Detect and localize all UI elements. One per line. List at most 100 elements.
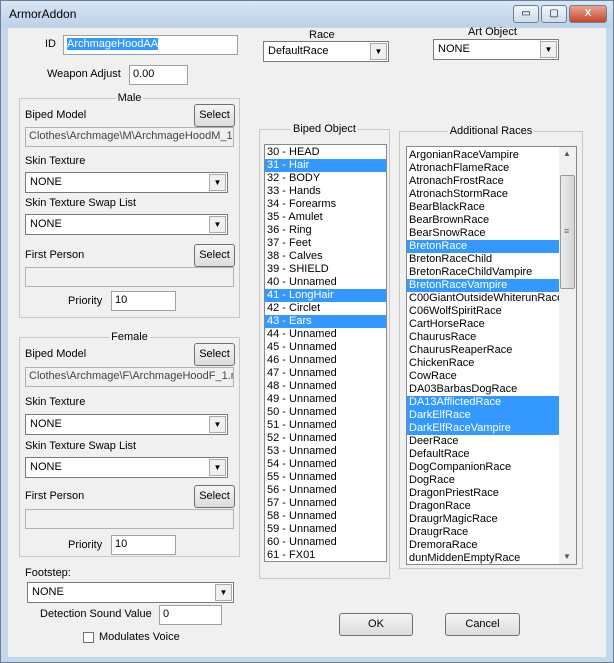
biped-object-item[interactable]: 31 - Hair xyxy=(265,159,386,172)
biped-object-item[interactable]: 43 - Ears xyxy=(265,315,386,328)
female-first-person-select-button[interactable]: Select xyxy=(194,485,235,508)
biped-object-item[interactable]: 60 - Unnamed xyxy=(265,536,386,549)
race-dropdown[interactable]: DefaultRace ▼ xyxy=(263,41,389,62)
race-item[interactable]: BretonRaceChildVampire xyxy=(407,266,559,279)
race-item[interactable]: C06WolfSpiritRace xyxy=(407,305,559,318)
biped-object-item[interactable]: 51 - Unnamed xyxy=(265,419,386,432)
race-item[interactable]: DragonPriestRace xyxy=(407,487,559,500)
modulates-voice-checkbox[interactable] xyxy=(83,632,94,643)
male-priority-input[interactable]: 10 xyxy=(111,291,176,311)
race-item[interactable]: C00GiantOutsideWhiterunRace xyxy=(407,292,563,305)
chevron-down-icon[interactable]: ▼ xyxy=(209,459,226,476)
maximize-button[interactable]: ▢ xyxy=(541,5,567,23)
minimize-button[interactable]: ▭ xyxy=(513,5,539,23)
footstep-dropdown[interactable]: NONE ▼ xyxy=(27,582,234,603)
biped-object-item[interactable]: 56 - Unnamed xyxy=(265,484,386,497)
female-first-person-field[interactable] xyxy=(25,509,234,529)
race-item[interactable]: DA13AfflictedRace xyxy=(407,396,559,409)
biped-object-item[interactable]: 50 - Unnamed xyxy=(265,406,386,419)
race-item[interactable]: BearBrownRace xyxy=(407,214,559,227)
race-item[interactable]: ChaurusReaperRace xyxy=(407,344,559,357)
close-button[interactable]: X xyxy=(569,5,607,23)
race-item[interactable]: DremoraRace xyxy=(407,539,559,552)
biped-object-item[interactable]: 39 - SHIELD xyxy=(265,263,386,276)
biped-object-item[interactable]: 33 - Hands xyxy=(265,185,386,198)
ok-button[interactable]: OK xyxy=(339,613,413,636)
race-item[interactable]: DogRace xyxy=(407,474,559,487)
race-item[interactable]: DarkElfRace xyxy=(407,409,559,422)
race-item[interactable]: AtronachFrostRace xyxy=(407,175,559,188)
race-item[interactable]: DeerRace xyxy=(407,435,559,448)
race-item[interactable]: CartHorseRace xyxy=(407,318,559,331)
race-item[interactable]: BretonRaceVampire xyxy=(407,279,559,292)
chevron-down-icon[interactable]: ▼ xyxy=(209,416,226,433)
biped-object-item[interactable]: 37 - Feet xyxy=(265,237,386,250)
biped-object-item[interactable]: 52 - Unnamed xyxy=(265,432,386,445)
id-input[interactable]: ArchmageHoodAA xyxy=(63,35,238,55)
biped-object-item[interactable]: 59 - Unnamed xyxy=(265,523,386,536)
art-object-dropdown[interactable]: NONE ▼ xyxy=(433,39,559,60)
female-swap-list-dropdown[interactable]: NONE ▼ xyxy=(25,457,228,478)
biped-object-item[interactable]: 44 - Unnamed xyxy=(265,328,386,341)
male-biped-model-field[interactable]: Clothes\Archmage\M\ArchmageHoodM_1 xyxy=(25,127,234,147)
biped-object-item[interactable]: 30 - HEAD xyxy=(265,146,386,159)
race-item[interactable]: ArgonianRaceVampire xyxy=(407,149,559,162)
biped-object-item[interactable]: 38 - Calves xyxy=(265,250,386,263)
male-skin-texture-dropdown[interactable]: NONE ▼ xyxy=(25,172,228,193)
race-item[interactable]: DogCompanionRace xyxy=(407,461,559,474)
race-item[interactable]: BretonRace xyxy=(407,240,559,253)
biped-object-item[interactable]: 54 - Unnamed xyxy=(265,458,386,471)
biped-object-item[interactable]: 57 - Unnamed xyxy=(265,497,386,510)
biped-object-item[interactable]: 36 - Ring xyxy=(265,224,386,237)
chevron-down-icon[interactable]: ▼ xyxy=(215,584,232,601)
race-item[interactable]: AtronachFlameRace xyxy=(407,162,559,175)
chevron-down-icon[interactable]: ▼ xyxy=(209,216,226,233)
biped-object-item[interactable]: 48 - Unnamed xyxy=(265,380,386,393)
biped-object-item[interactable]: 32 - BODY xyxy=(265,172,386,185)
chevron-down-icon[interactable]: ▼ xyxy=(540,41,557,58)
race-item[interactable]: BearBlackRace xyxy=(407,201,559,214)
female-skin-texture-dropdown[interactable]: NONE ▼ xyxy=(25,414,228,435)
race-item[interactable]: CowRace xyxy=(407,370,559,383)
race-item[interactable]: DraugrMagicRace xyxy=(407,513,559,526)
race-item[interactable]: DA03BarbasDogRace xyxy=(407,383,559,396)
biped-object-item[interactable]: 46 - Unnamed xyxy=(265,354,386,367)
scrollbar[interactable]: ▲ ≡ ▼ xyxy=(559,147,576,564)
cancel-button[interactable]: Cancel xyxy=(445,613,520,636)
biped-object-item[interactable]: 45 - Unnamed xyxy=(265,341,386,354)
race-item[interactable]: ChaurusRace xyxy=(407,331,559,344)
biped-object-item[interactable]: 47 - Unnamed xyxy=(265,367,386,380)
weapon-adjust-input[interactable]: 0.00 xyxy=(129,65,188,85)
biped-object-list[interactable]: 30 - HEAD 31 - Hair 32 - BODY 33 - Hands 34 … xyxy=(264,144,387,562)
biped-object-item[interactable]: 53 - Unnamed xyxy=(265,445,386,458)
biped-object-item[interactable]: 49 - Unnamed xyxy=(265,393,386,406)
scroll-up-icon[interactable]: ▲ xyxy=(563,149,571,158)
race-item[interactable]: DraugrRace xyxy=(407,526,559,539)
male-first-person-select-button[interactable]: Select xyxy=(194,244,235,267)
biped-object-item[interactable]: 61 - FX01 xyxy=(265,549,386,561)
detection-sound-input[interactable]: 0 xyxy=(159,605,222,625)
race-item[interactable]: dunMiddenEmptyRace xyxy=(407,552,559,564)
race-item[interactable]: ChickenRace xyxy=(407,357,559,370)
female-biped-select-button[interactable]: Select xyxy=(194,343,235,366)
biped-object-item[interactable]: 41 - LongHair xyxy=(265,289,386,302)
male-swap-list-dropdown[interactable]: NONE ▼ xyxy=(25,214,228,235)
race-item[interactable]: DefaultRace xyxy=(407,448,559,461)
biped-object-item[interactable]: 34 - Forearms xyxy=(265,198,386,211)
biped-object-item[interactable]: 40 - Unnamed xyxy=(265,276,386,289)
female-biped-model-field[interactable]: Clothes\Archmage\F\ArchmageHoodF_1.n xyxy=(25,367,234,387)
biped-object-item[interactable]: 55 - Unnamed xyxy=(265,471,386,484)
race-item[interactable]: BretonRaceChild xyxy=(407,253,559,266)
chevron-down-icon[interactable]: ▼ xyxy=(370,43,387,60)
female-priority-input[interactable]: 10 xyxy=(111,535,176,555)
scroll-thumb[interactable]: ≡ xyxy=(560,175,575,289)
biped-object-item[interactable]: 58 - Unnamed xyxy=(265,510,386,523)
race-item[interactable]: DragonRace xyxy=(407,500,559,513)
chevron-down-icon[interactable]: ▼ xyxy=(209,174,226,191)
race-item[interactable]: BearSnowRace xyxy=(407,227,559,240)
race-item[interactable]: AtronachStormRace xyxy=(407,188,559,201)
additional-races-list[interactable]: ArgonianRaceVampire AtronachFlameRace Atro… xyxy=(406,146,577,565)
race-item[interactable]: DarkElfRaceVampire xyxy=(407,422,559,435)
biped-object-item[interactable]: 35 - Amulet xyxy=(265,211,386,224)
male-biped-select-button[interactable]: Select xyxy=(194,104,235,127)
